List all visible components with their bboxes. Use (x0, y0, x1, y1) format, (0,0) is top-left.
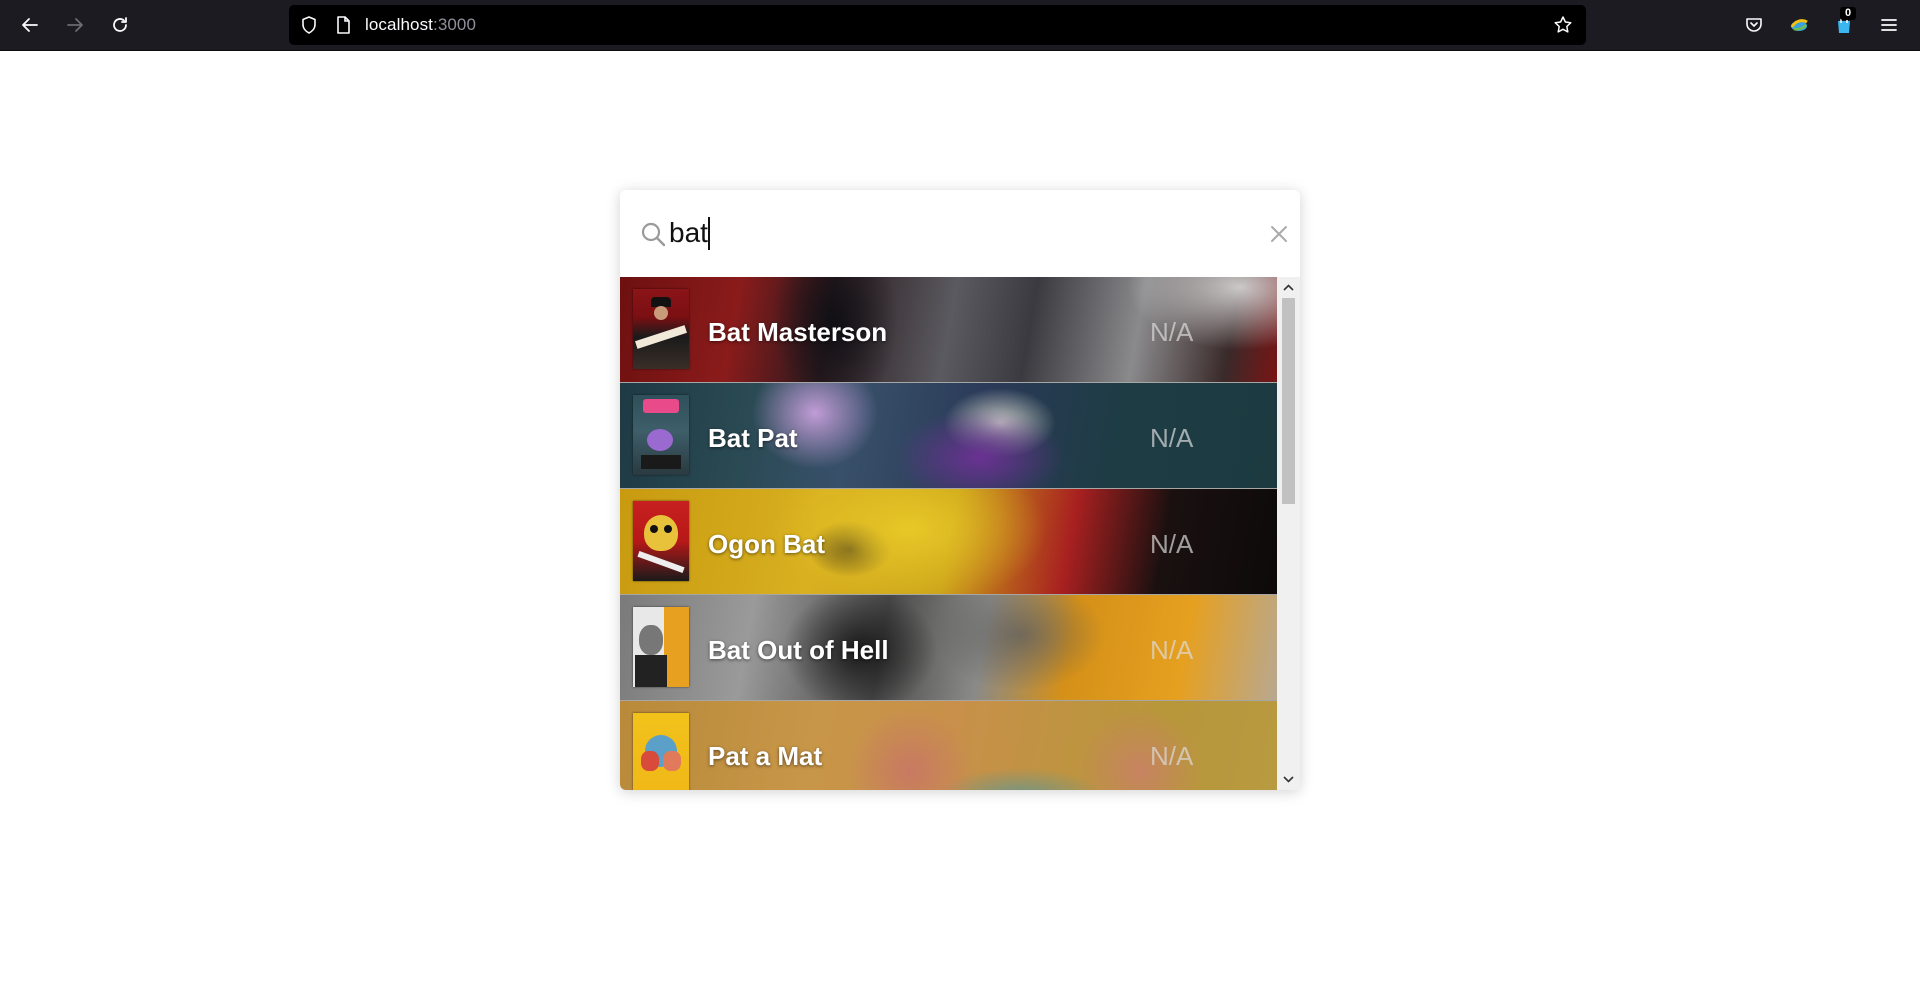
result-rating: N/A (1150, 423, 1194, 453)
list-item[interactable]: Ogon Bat N/A (620, 489, 1277, 595)
result-rating: N/A (1150, 635, 1194, 665)
url-port: :3000 (433, 15, 477, 34)
browser-toolbar: localhost:3000 0 (0, 0, 1920, 51)
extension-globe-icon (1790, 19, 1808, 31)
poster-thumbnail (633, 501, 689, 581)
result-rating: N/A (1150, 741, 1194, 771)
list-item[interactable]: Bat Out of Hell N/A (620, 595, 1277, 701)
extension-button[interactable] (1783, 9, 1815, 41)
clear-search-icon[interactable] (1267, 222, 1291, 246)
poster-thumbnail (633, 395, 689, 475)
menu-button[interactable] (1873, 9, 1905, 41)
search-widget: Bat Masterson N/A Bat Pat N/A Ogon Bat (620, 190, 1300, 790)
search-icon (641, 222, 666, 247)
forward-button[interactable] (59, 9, 91, 41)
forward-arrow-icon (67, 18, 83, 32)
scroll-up-icon[interactable] (1282, 281, 1295, 294)
scroll-down-icon[interactable] (1282, 773, 1295, 786)
url-host: localhost (365, 15, 433, 34)
scrollbar-thumb[interactable] (1282, 298, 1295, 504)
result-title: Bat Out of Hell (708, 635, 889, 665)
poster-thumbnail (633, 289, 689, 369)
pocket-button[interactable] (1738, 9, 1770, 41)
poster-thumbnail (633, 713, 689, 790)
list-item[interactable]: Pat a Mat N/A (620, 701, 1277, 790)
results-list: Bat Masterson N/A Bat Pat N/A Ogon Bat N… (620, 277, 1277, 790)
results-scrollbar[interactable] (1277, 277, 1300, 790)
list-item[interactable]: Bat Masterson N/A (620, 277, 1277, 383)
back-button[interactable] (14, 9, 46, 41)
pocket-icon (1746, 18, 1762, 32)
list-item[interactable]: Bat Pat N/A (620, 383, 1277, 489)
reload-button[interactable] (104, 9, 136, 41)
result-title: Pat a Mat (708, 741, 823, 771)
result-title: Bat Pat (708, 423, 798, 453)
search-input[interactable] (669, 212, 1269, 254)
back-arrow-icon (22, 18, 38, 32)
url-text[interactable]: localhost:3000 (365, 15, 476, 35)
search-bar (620, 190, 1300, 277)
url-bar[interactable]: localhost:3000 (289, 5, 1586, 45)
result-rating: N/A (1150, 317, 1194, 347)
result-title: Bat Masterson (708, 317, 888, 347)
reload-icon (113, 17, 127, 32)
poster-thumbnail (633, 607, 689, 687)
result-rating: N/A (1150, 529, 1194, 559)
hamburger-menu-icon (1881, 19, 1897, 31)
text-caret (708, 217, 710, 250)
page-info-icon[interactable] (333, 15, 353, 35)
extension-badge: 0 (1840, 7, 1856, 20)
shield-icon[interactable] (299, 15, 319, 35)
result-title: Ogon Bat (708, 529, 825, 559)
bookmark-star-icon[interactable] (1553, 15, 1573, 35)
